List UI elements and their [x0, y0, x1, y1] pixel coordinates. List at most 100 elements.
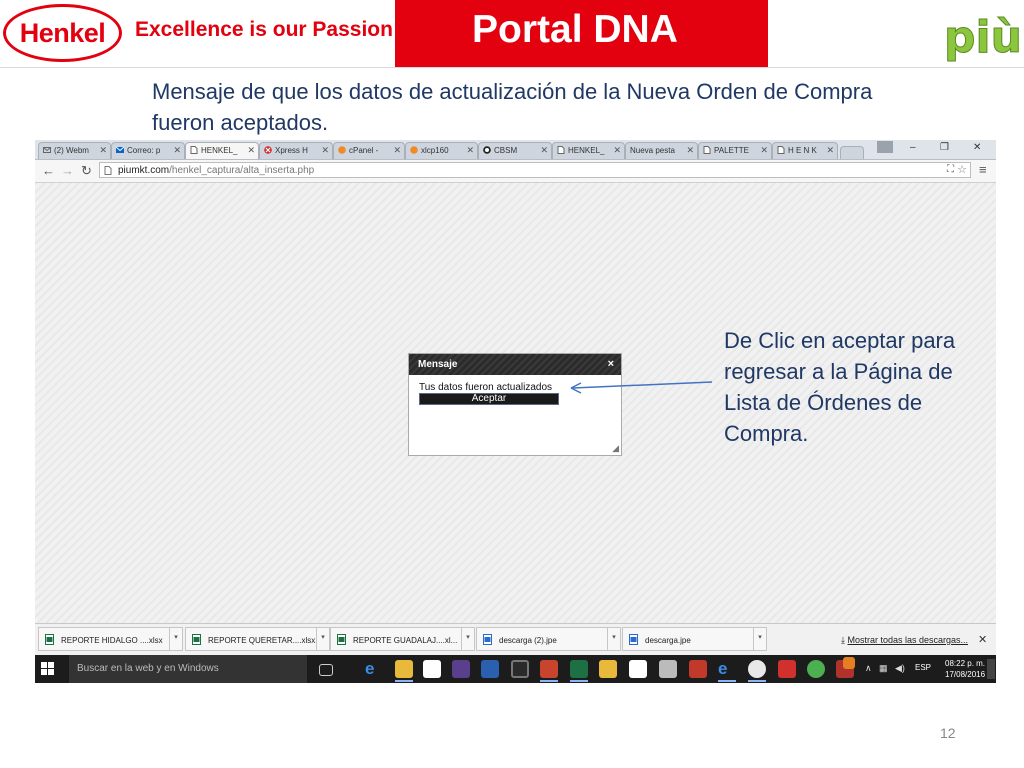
file-explorer-icon[interactable]	[395, 660, 413, 678]
close-icon[interactable]: ✕	[826, 145, 834, 156]
windows-taskbar: Buscar en la web y en Windows e e ∧ ▦ ◀)…	[35, 655, 996, 683]
accept-button[interactable]: Aceptar	[419, 393, 559, 405]
close-icon[interactable]: ✕	[99, 145, 107, 156]
tab-xlcp[interactable]: xlcp160 ✕	[405, 142, 478, 159]
window-close-icon[interactable]: ✕	[973, 142, 981, 153]
chevron-down-icon[interactable]: ▾	[316, 628, 329, 650]
app-green-icon[interactable]	[807, 660, 825, 678]
word-icon[interactable]	[481, 660, 499, 678]
running-indicator	[718, 680, 736, 682]
download-item[interactable]: descarga.jpe ▾	[622, 627, 767, 651]
slide-caption: Mensaje de que los datos de actualizació…	[152, 79, 873, 135]
translate-icon[interactable]: ⛶	[947, 164, 954, 175]
acrobat-icon[interactable]	[778, 660, 796, 678]
cpanel-icon	[410, 146, 418, 154]
notifications-icon[interactable]	[987, 659, 995, 679]
task-view-icon[interactable]	[319, 664, 333, 676]
dialog-message: Tus datos fueron actualizados	[419, 382, 553, 393]
download-item[interactable]: REPORTE QUERETAR....xlsx ▾	[185, 627, 330, 651]
resize-grip-icon[interactable]: ◢	[612, 443, 619, 454]
excel-icon	[337, 634, 346, 645]
taskbar-search-placeholder: Buscar en la web y en Windows	[77, 663, 219, 674]
language-indicator[interactable]: ESP	[915, 663, 931, 672]
close-icon[interactable]: ✕	[760, 145, 768, 156]
address-bar[interactable]: piumkt.com/henkel_captura/alta_inserta.p…	[99, 162, 971, 178]
folder-icon[interactable]	[599, 660, 617, 678]
close-icon[interactable]: ✕	[393, 145, 401, 156]
download-item[interactable]: descarga (2).jpe ▾	[476, 627, 621, 651]
app-icon[interactable]	[452, 660, 470, 678]
tab-henkel-active[interactable]: HENKEL_ ✕	[185, 142, 259, 159]
page-icon	[777, 146, 785, 154]
tab-xpress[interactable]: Xpress H ✕	[259, 142, 333, 159]
tagline: Excellence is our Passion	[135, 18, 393, 41]
browser-toolbar: ← → ↻ piumkt.com/henkel_captura/alta_ins…	[35, 160, 996, 183]
tab-palette[interactable]: PALETTE ✕	[698, 142, 772, 159]
download-name: REPORTE GUADALAJ....xl...	[353, 636, 458, 645]
tab-label: HENKEL_	[568, 146, 605, 155]
chevron-down-icon[interactable]: ▾	[607, 628, 620, 650]
close-icon[interactable]: ✕	[686, 145, 694, 156]
dialog-titlebar[interactable]: Mensaje ×	[409, 354, 621, 375]
dialog-close-icon[interactable]: ×	[608, 358, 614, 370]
henkel-logo: Henkel	[3, 4, 122, 62]
tab-label: Correo: p	[127, 146, 161, 155]
outlook-icon	[116, 146, 124, 153]
chevron-up-icon[interactable]: ∧	[865, 663, 872, 674]
excel-icon	[192, 634, 201, 645]
network-icon[interactable]: ▦	[879, 663, 888, 674]
close-icon[interactable]: ✕	[613, 145, 621, 156]
page-info-icon[interactable]	[104, 166, 112, 175]
tab-new[interactable]: Nueva pesta ✕	[625, 142, 698, 159]
filezilla-icon[interactable]	[689, 660, 707, 678]
chrome-icon[interactable]	[748, 660, 766, 678]
close-icon[interactable]: ✕	[173, 145, 181, 156]
chevron-down-icon[interactable]: ▾	[461, 628, 474, 650]
tab-webmail[interactable]: (2) Webm ✕	[38, 142, 111, 159]
tab-label: Nueva pesta	[630, 146, 675, 155]
close-icon[interactable]: ✕	[540, 145, 548, 156]
tab-cbsm[interactable]: CBSM ✕	[478, 142, 552, 159]
piu-logo-text: più	[944, 12, 1020, 63]
internet-explorer-icon[interactable]: e	[718, 660, 736, 678]
download-item[interactable]: REPORTE HIDALGO ....xlsx ▾	[38, 627, 183, 651]
reload-icon[interactable]: ↻	[81, 163, 92, 179]
notification-badge-icon[interactable]	[843, 657, 855, 669]
close-icon[interactable]: ✕	[466, 145, 474, 156]
minimize-icon[interactable]: –	[910, 142, 916, 153]
new-tab-button[interactable]	[840, 146, 864, 159]
clock-date: 17/08/2016	[945, 670, 986, 679]
close-icon[interactable]: ✕	[321, 145, 329, 156]
page-number: 12	[940, 725, 956, 741]
download-item[interactable]: REPORTE GUADALAJ....xl... ▾	[330, 627, 475, 651]
store-icon[interactable]	[423, 660, 441, 678]
forward-icon[interactable]: →	[61, 163, 74, 178]
tab-henk[interactable]: H E N K ✕	[772, 142, 838, 159]
menu-icon[interactable]: ≡	[979, 162, 987, 177]
microphone-icon[interactable]	[659, 660, 677, 678]
chevron-down-icon[interactable]: ▾	[753, 628, 766, 650]
restore-icon[interactable]: ❐	[940, 142, 949, 153]
download-name: REPORTE QUERETAR....xlsx	[208, 636, 316, 645]
taskbar-search[interactable]: Buscar en la web y en Windows	[69, 655, 307, 683]
tab-correo[interactable]: Correo: p ✕	[111, 142, 185, 159]
volume-icon[interactable]: ◀)	[895, 663, 905, 674]
powerpoint-icon[interactable]	[540, 660, 558, 678]
system-clock[interactable]: 08:22 p. m. 17/08/2016	[945, 658, 985, 680]
bookmark-star-icon[interactable]: ☆	[957, 163, 967, 176]
close-downloads-icon[interactable]: ✕	[978, 633, 987, 646]
user-profile-icon[interactable]	[877, 141, 893, 153]
tab-cpanel[interactable]: cPanel - ✕	[333, 142, 405, 159]
chevron-down-icon[interactable]: ▾	[169, 628, 182, 650]
tab-henkel-2[interactable]: HENKEL_ ✕	[552, 142, 625, 159]
notepad-icon[interactable]	[629, 660, 647, 678]
close-icon[interactable]: ✕	[247, 145, 255, 156]
back-icon[interactable]: ←	[42, 163, 55, 178]
edge-icon[interactable]: e	[365, 660, 383, 678]
cbsm-icon	[483, 146, 491, 154]
excel-icon[interactable]	[570, 660, 588, 678]
media-icon[interactable]	[511, 660, 529, 678]
excel-icon	[45, 634, 54, 645]
windows-start-icon[interactable]	[41, 662, 54, 675]
show-all-downloads-link[interactable]: ⤓ Mostrar todas las descargas...	[841, 635, 968, 646]
